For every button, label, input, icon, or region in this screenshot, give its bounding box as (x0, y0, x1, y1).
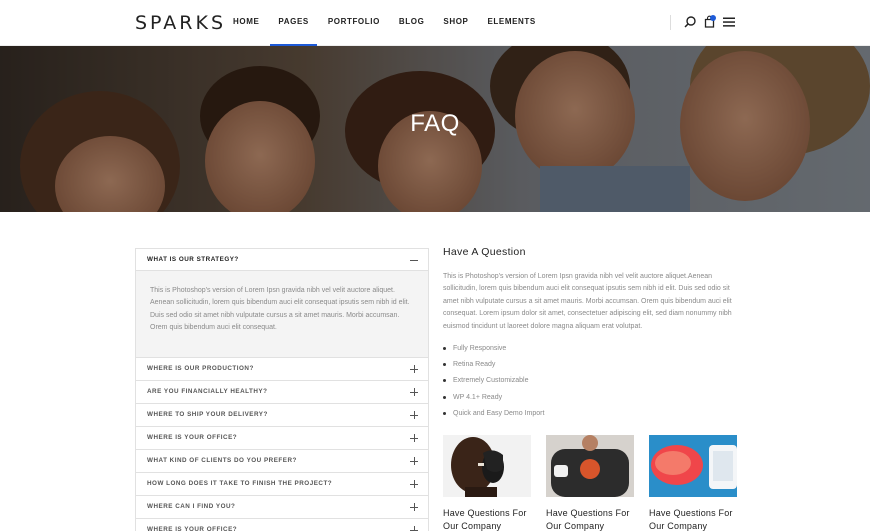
card[interactable]: Have Questions For Our Company (546, 435, 634, 531)
site-header: SPARKS HOME PAGES PORTFOLIO BLOG SHOP EL… (0, 0, 870, 46)
faq-question: WHERE TO SHIP YOUR DELIVERY? (147, 411, 268, 418)
main-nav: HOME PAGES PORTFOLIO BLOG SHOP ELEMENTS (233, 0, 555, 46)
faq-item[interactable]: WHERE IS OUR PRODUCTION? (135, 358, 429, 381)
plus-icon[interactable] (410, 388, 418, 396)
faq-item[interactable]: WHAT KIND OF CLIENTS DO YOU PREFER? (135, 450, 429, 473)
minus-icon[interactable] (410, 256, 418, 264)
plus-icon[interactable] (410, 480, 418, 488)
feature-item: WP 4.1+ Ready (443, 392, 544, 408)
card[interactable]: Have Questions For Our Company (649, 435, 737, 531)
faq-answer-text: This is Photoshop's version of Lorem Ips… (150, 287, 410, 331)
card-image[interactable] (546, 435, 634, 497)
faq-question: WHERE IS OUR PRODUCTION? (147, 365, 254, 372)
hero-banner: FAQ (0, 46, 870, 212)
nav-elements[interactable]: ELEMENTS (488, 0, 536, 46)
section-text: This is Photoshop's version of Lorem Ips… (443, 273, 732, 330)
plus-icon[interactable] (410, 411, 418, 419)
faq-item[interactable]: WHERE CAN I FIND YOU? (135, 496, 429, 519)
faq-accordion: WHAT IS OUR STRATEGY? This is Photoshop'… (135, 248, 429, 531)
card-title[interactable]: Have Questions For Our Company (546, 507, 634, 531)
faq-item[interactable]: ARE YOU FINANCIALLY HEALTHY? (135, 381, 429, 404)
faq-question: WHERE IS YOUR OFFICE? (147, 526, 238, 531)
plus-icon[interactable] (410, 434, 418, 442)
plus-icon[interactable] (410, 503, 418, 511)
nav-blog[interactable]: BLOG (399, 0, 425, 46)
faq-answer: This is Photoshop's version of Lorem Ips… (135, 271, 429, 358)
feature-item: Extremely Customizable (443, 375, 544, 391)
nav-portfolio[interactable]: PORTFOLIO (328, 0, 380, 46)
feature-item: Retina Ready (443, 359, 544, 375)
nav-home[interactable]: HOME (233, 0, 259, 46)
faq-question: WHERE IS YOUR OFFICE? (147, 434, 238, 441)
faq-question: HOW LONG DOES IT TAKE TO FINISH THE PROJ… (147, 480, 333, 487)
section-title: Have A Question (443, 246, 526, 258)
search-icon[interactable] (683, 15, 697, 29)
faq-question: WHAT KIND OF CLIENTS DO YOU PREFER? (147, 457, 297, 464)
feature-item: Quick and Easy Demo Import (443, 408, 544, 424)
faq-item-open[interactable]: WHAT IS OUR STRATEGY? (135, 248, 429, 271)
card-image[interactable] (443, 435, 531, 497)
site-logo[interactable]: SPARKS (135, 12, 226, 34)
faq-question: WHERE CAN I FIND YOU? (147, 503, 236, 510)
cart-count-badge (710, 15, 716, 21)
plus-icon[interactable] (410, 457, 418, 465)
card-image[interactable] (649, 435, 737, 497)
card-row: Have Questions For Our Company Have Ques… (443, 435, 737, 531)
plus-icon[interactable] (410, 526, 418, 531)
faq-item[interactable]: WHERE TO SHIP YOUR DELIVERY? (135, 404, 429, 427)
page-title: FAQ (410, 110, 460, 137)
card-title[interactable]: Have Questions For Our Company (443, 507, 531, 531)
card-title[interactable]: Have Questions For Our Company (649, 507, 737, 531)
plus-icon[interactable] (410, 365, 418, 373)
header-divider (670, 15, 671, 30)
nav-shop[interactable]: SHOP (443, 0, 468, 46)
faq-item[interactable]: WHERE IS YOUR OFFICE? (135, 519, 429, 531)
nav-pages[interactable]: PAGES (270, 0, 318, 46)
faq-question: WHAT IS OUR STRATEGY? (147, 256, 239, 263)
menu-icon[interactable] (722, 15, 736, 29)
faq-item[interactable]: WHERE IS YOUR OFFICE? (135, 427, 429, 450)
card[interactable]: Have Questions For Our Company (443, 435, 531, 531)
faq-question: ARE YOU FINANCIALLY HEALTHY? (147, 388, 268, 395)
feature-item: Fully Responsive (443, 343, 544, 359)
feature-list: Fully Responsive Retina Ready Extremely … (443, 343, 544, 424)
question-section: Have A Question This is Photoshop's vers… (443, 246, 736, 417)
faq-item[interactable]: HOW LONG DOES IT TAKE TO FINISH THE PROJ… (135, 473, 429, 496)
